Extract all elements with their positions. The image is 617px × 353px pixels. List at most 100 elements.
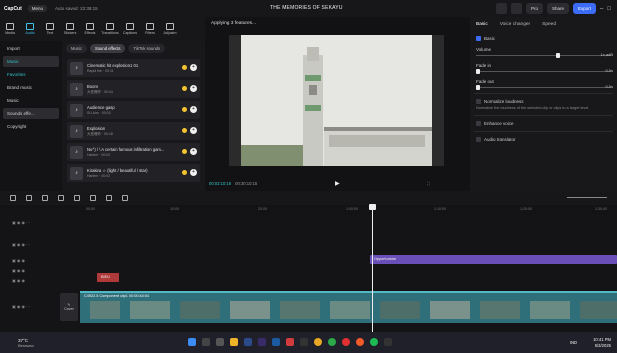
tab-basic[interactable]: Basic <box>476 22 488 27</box>
photoshop-icon[interactable] <box>272 338 280 346</box>
track-controls[interactable]: ▣ ◉ ◉ ⋯ <box>0 217 80 227</box>
shortcut-icon[interactable] <box>510 3 522 14</box>
fade-out-knob[interactable] <box>476 85 480 90</box>
search-icon[interactable] <box>202 338 210 346</box>
share-button[interactable]: Share <box>547 3 570 14</box>
nav-sound-effects[interactable]: Sounds effe... <box>3 108 59 119</box>
nav-favorites[interactable]: Favorites <box>3 69 59 80</box>
list-item[interactable]: ♪ Explosion 大型爆炸 · 00:18 + <box>67 122 200 140</box>
volume-value[interactable]: 1x,adB <box>601 52 613 57</box>
language-indicator[interactable]: IND <box>570 340 577 345</box>
fade-out-slider[interactable]: 0.0s <box>476 84 613 90</box>
clock[interactable]: 10:41 PM 5/3/2025 <box>593 337 611 348</box>
after-effects-icon[interactable] <box>244 338 252 346</box>
select-icon[interactable] <box>10 195 16 201</box>
volume-knob[interactable] <box>556 53 560 58</box>
add-icon[interactable]: + <box>190 169 197 176</box>
normalize-checkbox[interactable] <box>476 99 481 104</box>
chip-tiktok-sounds[interactable]: TikTok sounds <box>128 44 166 53</box>
nav-import[interactable]: Import <box>3 43 59 54</box>
favorite-icon[interactable] <box>182 86 187 91</box>
list-item[interactable]: ♪ Audience gasp SU Aim · 00:03 + <box>67 101 200 119</box>
text-clip[interactable]: Opportunidar <box>370 255 617 264</box>
capcut-icon[interactable] <box>384 338 392 346</box>
track-controls[interactable]: ▣ ◉ ◉ <box>0 275 80 285</box>
tool-effects[interactable]: Effects <box>80 17 100 41</box>
zoom-slider[interactable] <box>567 197 607 198</box>
premiere-icon[interactable] <box>258 338 266 346</box>
play-icon[interactable]: ▶ <box>335 180 340 187</box>
tool-stickers[interactable]: Stickers <box>60 17 80 41</box>
pro-button[interactable]: Pro <box>525 3 543 14</box>
playhead[interactable] <box>372 205 373 332</box>
weather-widget[interactable]: 37°C Berawan <box>18 338 34 348</box>
add-icon[interactable]: + <box>190 106 197 113</box>
tab-speed[interactable]: Speed <box>542 22 556 27</box>
layout-icon[interactable] <box>495 3 507 14</box>
fade-in-knob[interactable] <box>476 69 480 74</box>
tool-audio[interactable]: Audio <box>20 17 40 41</box>
brave-icon[interactable] <box>356 338 364 346</box>
chip-music[interactable]: Music <box>66 44 87 53</box>
track-controls[interactable]: ▣ ◉ ◉ <box>0 255 80 265</box>
minimize-icon[interactable]: – <box>600 6 603 12</box>
crop-icon[interactable] <box>122 195 128 201</box>
favorite-icon[interactable] <box>182 149 187 154</box>
menu-button[interactable]: Menu <box>27 5 48 12</box>
start-icon[interactable] <box>188 338 196 346</box>
track-controls[interactable]: ▣ ◉ ◉ <box>0 265 80 275</box>
nav-music-sub[interactable]: Music <box>3 95 59 106</box>
fade-out-value[interactable]: 0.0s <box>605 84 613 89</box>
sound-effect-clip[interactable]: BIEU <box>97 273 119 282</box>
tool-adjustment[interactable]: Adjustm <box>160 17 180 41</box>
list-item[interactable]: ♪ Cinematic hit explosion1 01 Rapid fire ·… <box>67 59 200 77</box>
favorite-icon[interactable] <box>182 128 187 133</box>
redo-icon[interactable] <box>42 195 48 201</box>
tool-text[interactable]: Text <box>40 17 60 41</box>
main-video-track[interactable]: C4922.5 Component clip1 00:00:44:04 <box>80 291 617 323</box>
tool-transitions[interactable]: Transitions <box>100 17 120 41</box>
list-item[interactable]: ♪ Kirakira ☆ (light / beautiful / star) Ha… <box>67 164 200 182</box>
task-view-icon[interactable] <box>216 338 224 346</box>
add-icon[interactable]: + <box>190 85 197 92</box>
fade-in-slider[interactable]: 0.0s <box>476 68 613 74</box>
list-item[interactable]: ♪ Boom 大型爆炸 · 00:04 + <box>67 80 200 98</box>
spotify-icon[interactable] <box>370 338 378 346</box>
add-icon[interactable]: + <box>190 127 197 134</box>
maximize-icon[interactable]: □ <box>607 6 611 12</box>
export-button[interactable]: Export <box>573 3 597 14</box>
video-preview[interactable] <box>229 35 444 166</box>
tool-media[interactable]: Media <box>0 17 20 41</box>
undo-icon[interactable] <box>26 195 32 201</box>
basic-checkbox[interactable] <box>476 36 481 41</box>
list-item[interactable]: ♪ Nu^) / \ A certain famous infiltration … <box>67 143 200 161</box>
add-icon[interactable]: + <box>190 148 197 155</box>
chrome-icon[interactable] <box>314 338 322 346</box>
app-icon[interactable] <box>286 338 294 346</box>
nav-brand-music[interactable]: Brand music <box>3 82 59 93</box>
tool-filters[interactable]: Filters <box>140 17 160 41</box>
delete-icon[interactable] <box>74 195 80 201</box>
audio-translator-checkbox[interactable] <box>476 137 481 142</box>
chip-sound-effects[interactable]: Sound effects <box>89 44 126 53</box>
mirror-icon[interactable] <box>106 195 112 201</box>
explorer-icon[interactable] <box>230 338 238 346</box>
volume-slider[interactable]: 1x,adB <box>476 52 613 58</box>
fade-in-value[interactable]: 0.0s <box>605 68 613 73</box>
cover-button[interactable]: ✎ Cover <box>60 293 78 321</box>
tab-voice-changer[interactable]: Voice changer <box>500 22 530 27</box>
whatsapp-icon[interactable] <box>328 338 336 346</box>
add-icon[interactable]: + <box>190 64 197 71</box>
enhance-voice-checkbox[interactable] <box>476 121 481 126</box>
freeze-icon[interactable] <box>90 195 96 201</box>
tool-captions[interactable]: Captions <box>120 17 140 41</box>
app-icon[interactable] <box>342 338 350 346</box>
fullscreen-icon[interactable]: ⛶ <box>427 181 430 186</box>
track-controls[interactable]: ▣ ◉ ◉ ⋯ <box>0 239 80 249</box>
nav-music[interactable]: Music <box>3 56 59 67</box>
favorite-icon[interactable] <box>182 107 187 112</box>
favorite-icon[interactable] <box>182 65 187 70</box>
capcut-icon[interactable] <box>300 338 308 346</box>
split-icon[interactable] <box>58 195 64 201</box>
favorite-icon[interactable] <box>182 170 187 175</box>
